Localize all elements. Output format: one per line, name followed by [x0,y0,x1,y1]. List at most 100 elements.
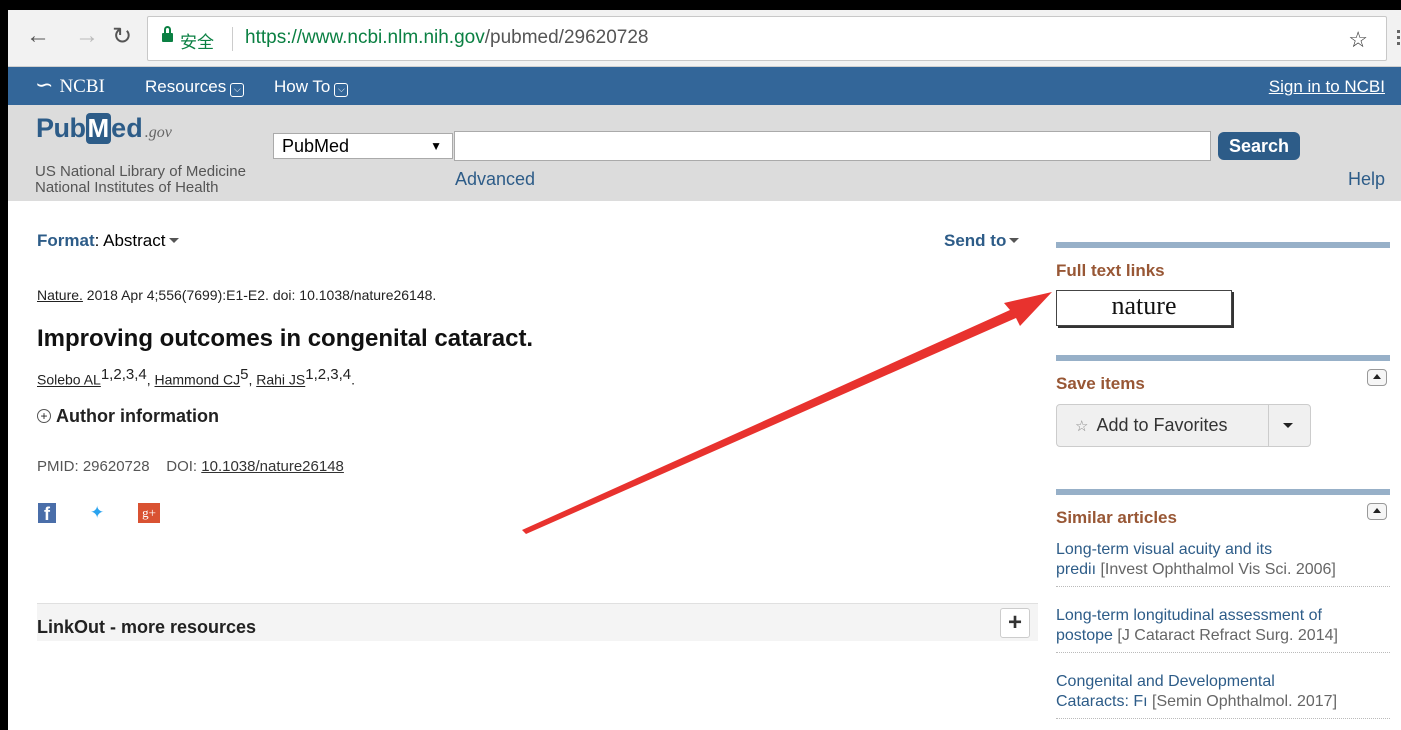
screen-border-left [0,0,8,730]
sidebar-divider [1056,355,1390,361]
caret-down-icon [1283,423,1293,428]
similar-article-row2: postope [J Cataract Refract Surg. 2014] [1056,626,1390,646]
doi-link[interactable]: 10.1038/nature26148 [201,458,344,475]
pubmed-logo[interactable]: PubMed .gov [36,113,172,144]
favorites-dropdown-button[interactable] [1268,405,1310,446]
howto-label: How To [274,77,331,96]
format-selector[interactable]: Format: Abstract [37,231,179,251]
pmid-doi-line: PMID: 29620728 DOI: 10.1038/nature26148 [37,458,344,475]
similar-article-title-cont: Cataracts: Fı [1056,693,1148,710]
author-information-label: Author information [56,406,219,426]
caret-down-icon [168,238,179,243]
article-title: Improving outcomes in congenital catarac… [37,325,534,352]
journal-link[interactable]: Nature. [37,287,83,303]
linkout-section: LinkOut - more resources + [37,603,1038,641]
expand-plus-icon: + [37,409,51,423]
pmid: PMID: 29620728 [37,458,150,475]
collapse-save-items-button[interactable] [1367,369,1387,386]
reload-icon[interactable]: ↻ [112,22,132,51]
similar-article-journal: [Semin Ophthalmol. 2017] [1152,693,1338,710]
url-host: https://www.ncbi.nlm.nih.gov [245,27,485,48]
forward-arrow-icon[interactable]: → [75,22,99,50]
search-button[interactable]: Search [1218,132,1300,160]
advanced-search-link[interactable]: Advanced [455,169,535,190]
secure-label: 安全 [180,33,214,53]
citation-line: Nature. 2018 Apr 4;556(7699):E1-E2. doi:… [37,287,436,303]
search-input[interactable] [454,131,1211,161]
url-text[interactable]: https://www.ncbi.nlm.nih.gov/pubmed/2962… [245,27,648,49]
similar-article-row2: prediı [Invest Ophthalmol Vis Sci. 2006] [1056,560,1390,580]
back-arrow-icon[interactable]: ← [26,22,50,50]
help-link[interactable]: Help [1348,169,1385,190]
similar-article-title-cont: prediı [1056,561,1097,578]
similar-article-item[interactable]: Congenital and Developmental Cataracts: … [1056,672,1390,719]
author-link[interactable]: Hammond CJ [155,372,241,388]
send-to-label: Send to [944,231,1007,250]
linkout-expand-button[interactable]: + [1000,608,1030,638]
author-separator: , [146,371,155,388]
author-affiliation: 1,2,3,4 [305,366,352,383]
dna-helix-icon: ∽ [35,72,54,97]
logo-gov: .gov [144,124,172,141]
add-to-favorites-group: ☆ Add to Favorites [1056,404,1311,447]
similar-article-item[interactable]: Long-term longitudinal assessment of pos… [1056,606,1390,653]
screen-border-top [0,0,1401,10]
author-information-toggle[interactable]: + Author information [37,406,219,427]
database-select-value: PubMed [282,136,350,156]
ncbi-logo-text: NCBI [59,76,105,97]
sign-in-link[interactable]: Sign in to NCBI [1269,77,1385,97]
similar-article-row2: Cataracts: Fı [Semin Ophthalmol. 2017] [1056,692,1390,712]
pubmed-search-bar: PubMed .gov US National Library of Medici… [8,105,1401,201]
collapse-similar-articles-button[interactable] [1367,503,1387,520]
howto-menu[interactable]: How To ⌵ [274,77,349,97]
star-icon: ☆ [1075,418,1089,435]
twitter-icon[interactable]: ✦ [90,503,104,523]
send-to-menu[interactable]: Send to [944,231,1020,251]
similar-article-title: Long-term visual acuity and its [1056,541,1273,558]
logo-m: M [85,113,112,144]
full-text-links-heading: Full text links [1056,261,1165,280]
browser-menu-icon[interactable] [1397,30,1401,46]
facebook-icon[interactable]: f [38,503,56,524]
google-plus-icon[interactable]: g+ [138,503,160,523]
url-separator [232,27,233,51]
logo-ed: ed [111,113,143,143]
doi-label: DOI: [166,458,198,475]
nlm-subtitle: US National Library of Medicine National… [35,163,246,196]
address-bar[interactable]: 安全 https://www.ncbi.nlm.nih.gov/pubmed/2… [147,16,1387,61]
resources-menu[interactable]: Resources ⌵ [145,77,245,97]
format-value: : Abstract [94,231,166,250]
lock-icon [162,26,173,43]
similar-article-title: Long-term longitudinal assessment of [1056,607,1322,624]
dropdown-arrow-icon: ▼ [430,139,442,153]
author-link[interactable]: Solebo AL [37,372,101,388]
similar-article-journal: [J Cataract Refract Surg. 2014] [1117,627,1338,644]
annotation-arrow-shape [522,292,1052,534]
resources-label: Resources [145,77,227,96]
add-to-favorites-button[interactable]: ☆ Add to Favorites [1057,405,1269,446]
bookmark-star-icon[interactable]: ☆ [1348,27,1368,53]
citation-details: 2018 Apr 4;556(7699):E1-E2. doi: 10.1038… [82,287,437,303]
nature-full-text-button[interactable]: nature [1056,290,1232,326]
browser-toolbar: ← → ↻ 安全 https://www.ncbi.nlm.nih.gov/pu… [8,10,1401,67]
author-list: Solebo AL1,2,3,4, Hammond CJ5, Rahi JS1,… [37,366,355,388]
save-items-heading: Save items [1056,374,1145,393]
sidebar-divider [1056,242,1390,248]
author-link[interactable]: Rahi JS [256,372,305,388]
sidebar-divider [1056,489,1390,495]
ncbi-logo[interactable]: ∽ NCBI [35,72,105,98]
linkout-label: LinkOut - more resources [37,617,257,637]
database-select[interactable]: PubMed ▼ [273,133,453,159]
format-label: Format [37,231,95,250]
similar-article-title-cont: postope [1056,627,1113,644]
author-separator: . [351,371,356,388]
add-to-favorites-label: Add to Favorites [1096,415,1228,435]
similar-article-title: Congenital and Developmental [1056,673,1275,690]
url-path: /pubmed/29620728 [484,27,649,48]
similar-article-item[interactable]: Long-term visual acuity and its prediı [… [1056,540,1390,587]
author-affiliation: 1,2,3,4 [100,366,147,383]
chevron-down-icon: ⌵ [334,83,349,97]
collapse-up-icon [1373,508,1381,513]
similar-articles-heading: Similar articles [1056,508,1177,527]
caret-down-icon [1009,238,1020,243]
